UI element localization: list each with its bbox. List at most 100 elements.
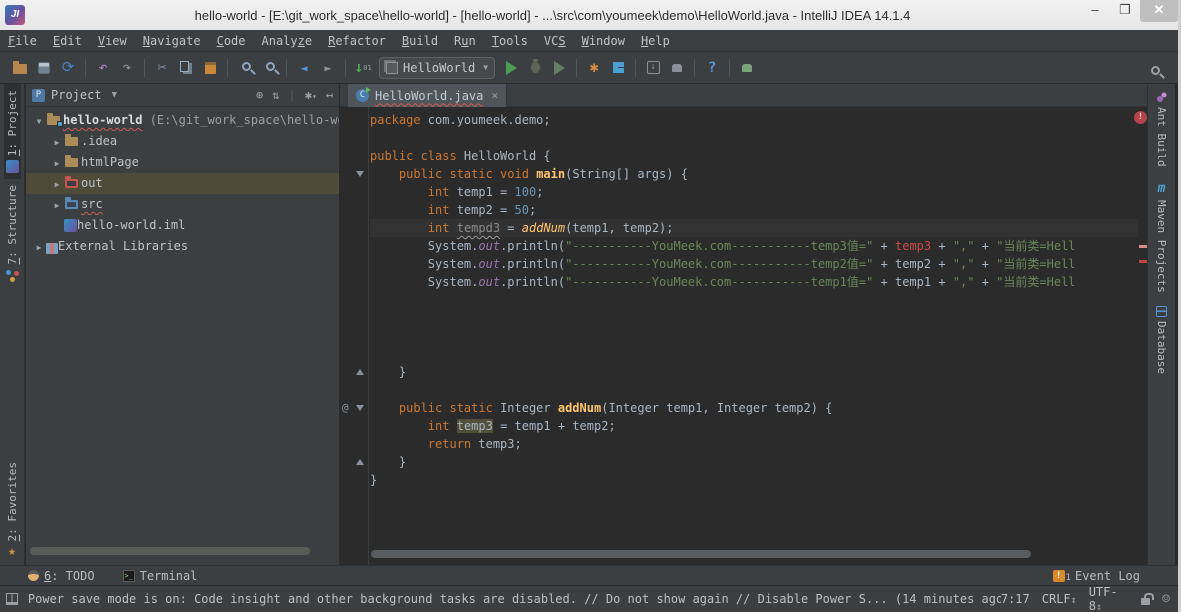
back-button[interactable]: ◄ [292, 56, 316, 80]
menu-run[interactable]: Run [446, 34, 484, 48]
tree-expand-arrow[interactable]: ▶ [50, 153, 64, 173]
code-line-16[interactable] [370, 381, 1138, 399]
tree-expand-arrow[interactable]: ▶ [32, 237, 46, 257]
toggle-tool-buttons-icon[interactable] [6, 593, 18, 605]
tool-button-favorites[interactable]: 2: Favorites ★ [4, 456, 21, 565]
settings-button[interactable]: ✱ [582, 56, 606, 80]
tab-helloworld-java[interactable]: C HelloWorld.java × [348, 84, 507, 107]
coverage-button[interactable] [547, 56, 571, 80]
menu-refactor[interactable]: Refactor [320, 34, 394, 48]
replace-button[interactable] [257, 56, 281, 80]
menu-help[interactable]: Help [633, 34, 678, 48]
tree-item-hello-world[interactable]: ▼hello-world (E:\git_work_space\hello-wo [26, 110, 339, 131]
project-horizontal-scrollbar[interactable] [30, 547, 310, 555]
close-button[interactable]: ✕ [1140, 0, 1178, 22]
code-line-14[interactable] [370, 345, 1138, 363]
hide-panel-icon[interactable]: ↤ [326, 88, 333, 102]
fold-marker[interactable] [356, 405, 364, 411]
fold-marker[interactable] [356, 369, 364, 375]
code-line-9[interactable]: System.out.println("-----------YouMeek.c… [370, 255, 1138, 273]
collapse-all-icon[interactable]: ⇅ [272, 88, 279, 102]
project-panel-title[interactable]: Project [51, 88, 102, 102]
search-everywhere-button[interactable] [1142, 60, 1166, 84]
code-line-11[interactable] [370, 291, 1138, 309]
code-line-20[interactable]: } [370, 453, 1138, 471]
fold-marker[interactable] [356, 171, 364, 177]
tree-expand-arrow[interactable]: ▶ [50, 132, 64, 152]
hector-inspector-icon[interactable]: ☺ [1162, 592, 1170, 607]
tool-button-project[interactable]: 1: Project [4, 84, 21, 179]
code-line-19[interactable]: return temp3; [370, 435, 1138, 453]
line-ending-select[interactable]: CRLF↕ [1042, 592, 1077, 606]
fold-marker[interactable] [356, 459, 364, 465]
status-message[interactable]: Power save mode is on: Code insight and … [28, 592, 1001, 606]
menu-view[interactable]: View [90, 34, 135, 48]
update-button[interactable]: ↓ 01 [351, 56, 375, 80]
menu-analyze[interactable]: Analyze [254, 34, 321, 48]
code-line-3[interactable]: public class HelloWorld { [370, 147, 1138, 165]
code-line-13[interactable] [370, 327, 1138, 345]
sdk-manager-button[interactable]: ↓ [641, 56, 665, 80]
redo-button[interactable]: ↷ [115, 56, 139, 80]
run-configuration-select[interactable]: HelloWorld ▼ [379, 57, 495, 79]
help-button[interactable]: ? [700, 56, 724, 80]
code-line-18[interactable]: int temp3 = temp1 + temp2; [370, 417, 1138, 435]
code-line-6[interactable]: int temp2 = 50; [370, 201, 1138, 219]
locate-icon[interactable]: ⊕ [256, 88, 263, 102]
menu-navigate[interactable]: Navigate [135, 34, 209, 48]
maximize-button[interactable]: ❐ [1110, 0, 1140, 22]
encoding-select[interactable]: UTF-8↕ [1089, 585, 1130, 612]
cut-button[interactable]: ✂ [150, 56, 174, 80]
open-button[interactable] [8, 56, 32, 80]
tool-button-todo[interactable]: 6: TODO [28, 569, 95, 583]
code-line-15[interactable]: } [370, 363, 1138, 381]
menu-code[interactable]: Code [209, 34, 254, 48]
tool-button-structure[interactable]: 7: Structure [4, 179, 21, 287]
code-line-10[interactable]: System.out.println("-----------YouMeek.c… [370, 273, 1138, 291]
tree-expand-arrow[interactable]: ▶ [50, 195, 64, 215]
code-line-12[interactable] [370, 309, 1138, 327]
code-line-1[interactable]: package com.youmeek.demo; [370, 111, 1138, 129]
tree-item-hello-world-iml[interactable]: hello-world.iml [26, 215, 339, 236]
forward-button[interactable]: ► [316, 56, 340, 80]
tree-expand-arrow[interactable]: ▼ [32, 111, 46, 131]
save-button[interactable] [32, 56, 56, 80]
code-line-5[interactable]: int temp1 = 100; [370, 183, 1138, 201]
tool-button-database[interactable]: Database [1153, 299, 1170, 381]
avd-manager-button[interactable] [665, 56, 689, 80]
find-button[interactable] [233, 56, 257, 80]
chevron-down-icon[interactable]: ▼ [112, 90, 117, 100]
sync-button[interactable]: ⟳ [56, 56, 80, 80]
tree-item-htmlpage[interactable]: ▶htmlPage [26, 152, 339, 173]
menu-vcs[interactable]: VCS [536, 34, 574, 48]
code-editor[interactable]: package com.youmeek.demo; public class H… [370, 111, 1138, 565]
device-monitor-button[interactable] [735, 56, 759, 80]
menu-window[interactable]: Window [574, 34, 633, 48]
code-line-17[interactable]: public static Integer addNum(Integer tem… [370, 399, 1138, 417]
code-line-21[interactable]: } [370, 471, 1138, 489]
minimize-button[interactable]: – [1080, 0, 1110, 22]
tree-item-src[interactable]: ▶src [26, 194, 339, 215]
menu-build[interactable]: Build [394, 34, 446, 48]
project-structure-button[interactable] [606, 56, 630, 80]
code-line-4[interactable]: public static void main(String[] args) { [370, 165, 1138, 183]
menu-edit[interactable]: Edit [45, 34, 90, 48]
annotation-gutter-icon[interactable]: @ [342, 401, 349, 414]
tree-item-external-libraries[interactable]: ▶External Libraries [26, 236, 339, 257]
tree-expand-arrow[interactable]: ▶ [50, 174, 64, 194]
paste-button[interactable] [198, 56, 222, 80]
caret-position[interactable]: 7:17 [1001, 592, 1030, 606]
tree-item--idea[interactable]: ▶.idea [26, 131, 339, 152]
run-button[interactable] [499, 56, 523, 80]
debug-button[interactable] [523, 56, 547, 80]
tool-button-ant-build[interactable]: Ant Build [1153, 84, 1170, 174]
menu-file[interactable]: File [0, 34, 45, 48]
code-line-2[interactable] [370, 129, 1138, 147]
gear-icon[interactable]: ✱▾ [305, 88, 317, 102]
tree-item-out[interactable]: ▶out [26, 173, 339, 194]
menu-tools[interactable]: Tools [484, 34, 536, 48]
undo-button[interactable]: ↶ [91, 56, 115, 80]
code-line-7[interactable]: int tempd3 = addNum(temp1, temp2); [370, 219, 1138, 237]
editor-gutter[interactable]: @ [340, 107, 369, 565]
close-icon[interactable]: × [491, 89, 498, 102]
